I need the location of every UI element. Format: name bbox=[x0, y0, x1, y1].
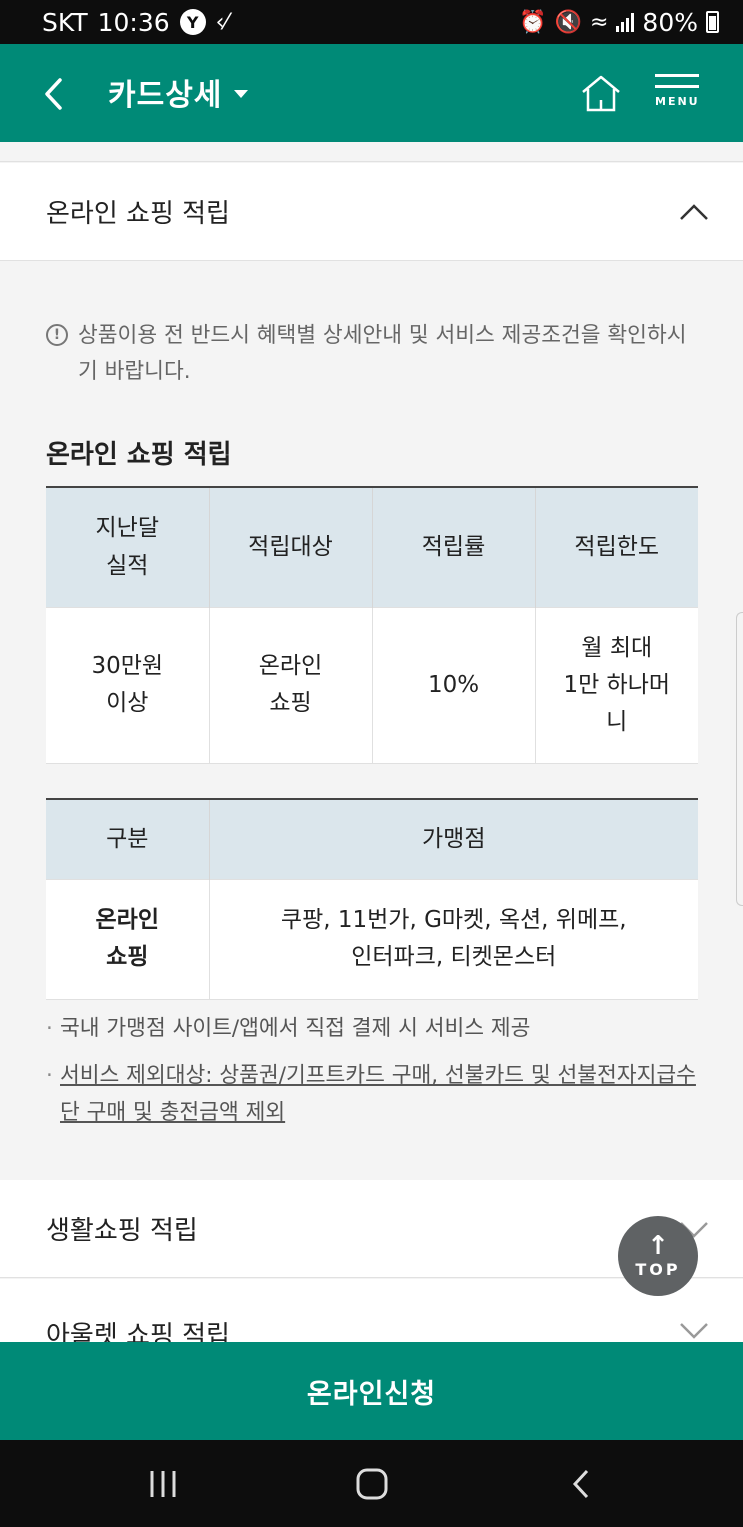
table-header-row: 지난달 실적 적립대상 적립률 적립한도 bbox=[46, 486, 698, 607]
recent-apps-icon[interactable] bbox=[144, 1467, 184, 1501]
scroll-indicator bbox=[736, 612, 743, 906]
top-label: TOP bbox=[635, 1259, 681, 1279]
table-cell: 온라인 쇼핑 bbox=[46, 878, 210, 1000]
page-title: 카드상세 bbox=[108, 78, 223, 113]
alarm-icon: ⏰ bbox=[519, 9, 547, 35]
back-nav-icon[interactable] bbox=[563, 1467, 603, 1501]
table-header-cell: 구분 bbox=[46, 798, 210, 879]
table-row: 30만원 이상 온라인 쇼핑 10% 월 최대 1만 하나머 니 bbox=[46, 606, 698, 764]
mute-icon: 🔇 bbox=[554, 9, 582, 35]
battery-icon bbox=[706, 11, 719, 33]
table-header-cell: 적립대상 bbox=[208, 486, 373, 607]
home-icon bbox=[582, 75, 620, 112]
signal-icon bbox=[616, 12, 635, 32]
table-cell: 온라인 쇼핑 bbox=[208, 606, 373, 764]
menu-button[interactable]: MENU bbox=[655, 74, 703, 114]
home-nav-icon[interactable] bbox=[352, 1467, 392, 1501]
notification-circle-icon: Y bbox=[179, 9, 206, 35]
status-bar: SKT 10:36 Y ‹⁄ ⏰ 🔇 ≈ 80% bbox=[0, 0, 743, 44]
home-button[interactable] bbox=[580, 72, 622, 114]
battery-percent: 80% bbox=[642, 7, 698, 37]
table-header-cell: 가맹점 bbox=[208, 798, 698, 879]
chevron-down-icon bbox=[680, 1323, 708, 1339]
table-header-cell: 적립한도 bbox=[534, 486, 698, 607]
wifi-icon: ≈ bbox=[589, 9, 609, 35]
accordion-online-shopping[interactable]: 온라인 쇼핑 적립 bbox=[0, 163, 743, 261]
exclusion-link[interactable]: 서비스 제외대상: 상품권/기프트카드 구매, 선불카드 및 선불전자지급수단 … bbox=[60, 1063, 696, 1125]
table-header-cell: 적립률 bbox=[371, 486, 536, 607]
section-spacer bbox=[0, 142, 743, 162]
section-subtitle: 온라인 쇼핑 적립 bbox=[46, 440, 232, 470]
k-icon: ‹⁄ bbox=[215, 9, 229, 35]
scroll-to-top-button[interactable]: ↑ TOP bbox=[618, 1216, 698, 1296]
table-cell: 30만원 이상 bbox=[46, 606, 210, 764]
table-cell: 쿠팡, 11번가, G마켓, 옥션, 위메프, 인터파크, 티켓몬스터 bbox=[208, 878, 698, 1000]
table-cell: 10% bbox=[371, 606, 536, 764]
caret-down-icon bbox=[234, 90, 249, 98]
back-arrow-icon bbox=[45, 78, 62, 110]
merchant-table: 구분 가맹점 온라인 쇼핑 쿠팡, 11번가, G마켓, 옥션, 위메프, 인터… bbox=[46, 798, 698, 1000]
info-icon: ! bbox=[46, 324, 68, 346]
notice-text: 상품이용 전 반드시 혜택별 상세안내 및 서비스 제공조건을 확인하시기 바랍… bbox=[78, 323, 687, 384]
card-detail-dropdown[interactable]: 카드상세 bbox=[108, 70, 249, 114]
clock-text: 10:36 bbox=[97, 7, 170, 37]
system-nav-bar bbox=[0, 1440, 743, 1527]
condition-list: 국내 가맹점 사이트/앱에서 직접 결제 시 서비스 제공 서비스 제외대상: … bbox=[46, 1010, 706, 1131]
notice: ! 상품이용 전 반드시 혜택별 상세안내 및 서비스 제공조건을 확인하시기 … bbox=[46, 318, 706, 390]
list-item[interactable]: 서비스 제외대상: 상품권/기프트카드 구매, 선불카드 및 선불전자지급수단 … bbox=[46, 1057, 706, 1131]
table-cell: 월 최대 1만 하나머 니 bbox=[534, 606, 698, 764]
menu-label: MENU bbox=[655, 95, 700, 108]
list-item: 국내 가맹점 사이트/앱에서 직접 결제 시 서비스 제공 bbox=[46, 1010, 706, 1047]
table-row: 온라인 쇼핑 쿠팡, 11번가, G마켓, 옥션, 위메프, 인터파크, 티켓몬… bbox=[46, 878, 698, 1000]
arrow-up-icon: ↑ bbox=[647, 1230, 669, 1261]
carrier-text: SKT bbox=[42, 7, 88, 37]
chevron-up-icon bbox=[680, 203, 708, 220]
back-button[interactable] bbox=[38, 74, 72, 114]
app-header: 카드상세 MENU bbox=[0, 44, 743, 142]
benefit-table: 지난달 실적 적립대상 적립률 적립한도 30만원 이상 온라인 쇼핑 10% … bbox=[46, 486, 698, 764]
online-apply-button[interactable]: 온라인신청 bbox=[0, 1342, 743, 1440]
table-header-row: 구분 가맹점 bbox=[46, 798, 698, 879]
accordion-title: 온라인 쇼핑 적립 bbox=[46, 199, 230, 229]
accordion-title: 생활쇼핑 적립 bbox=[46, 1216, 198, 1246]
menu-icon bbox=[655, 74, 703, 88]
table-header-cell: 지난달 실적 bbox=[46, 486, 210, 607]
